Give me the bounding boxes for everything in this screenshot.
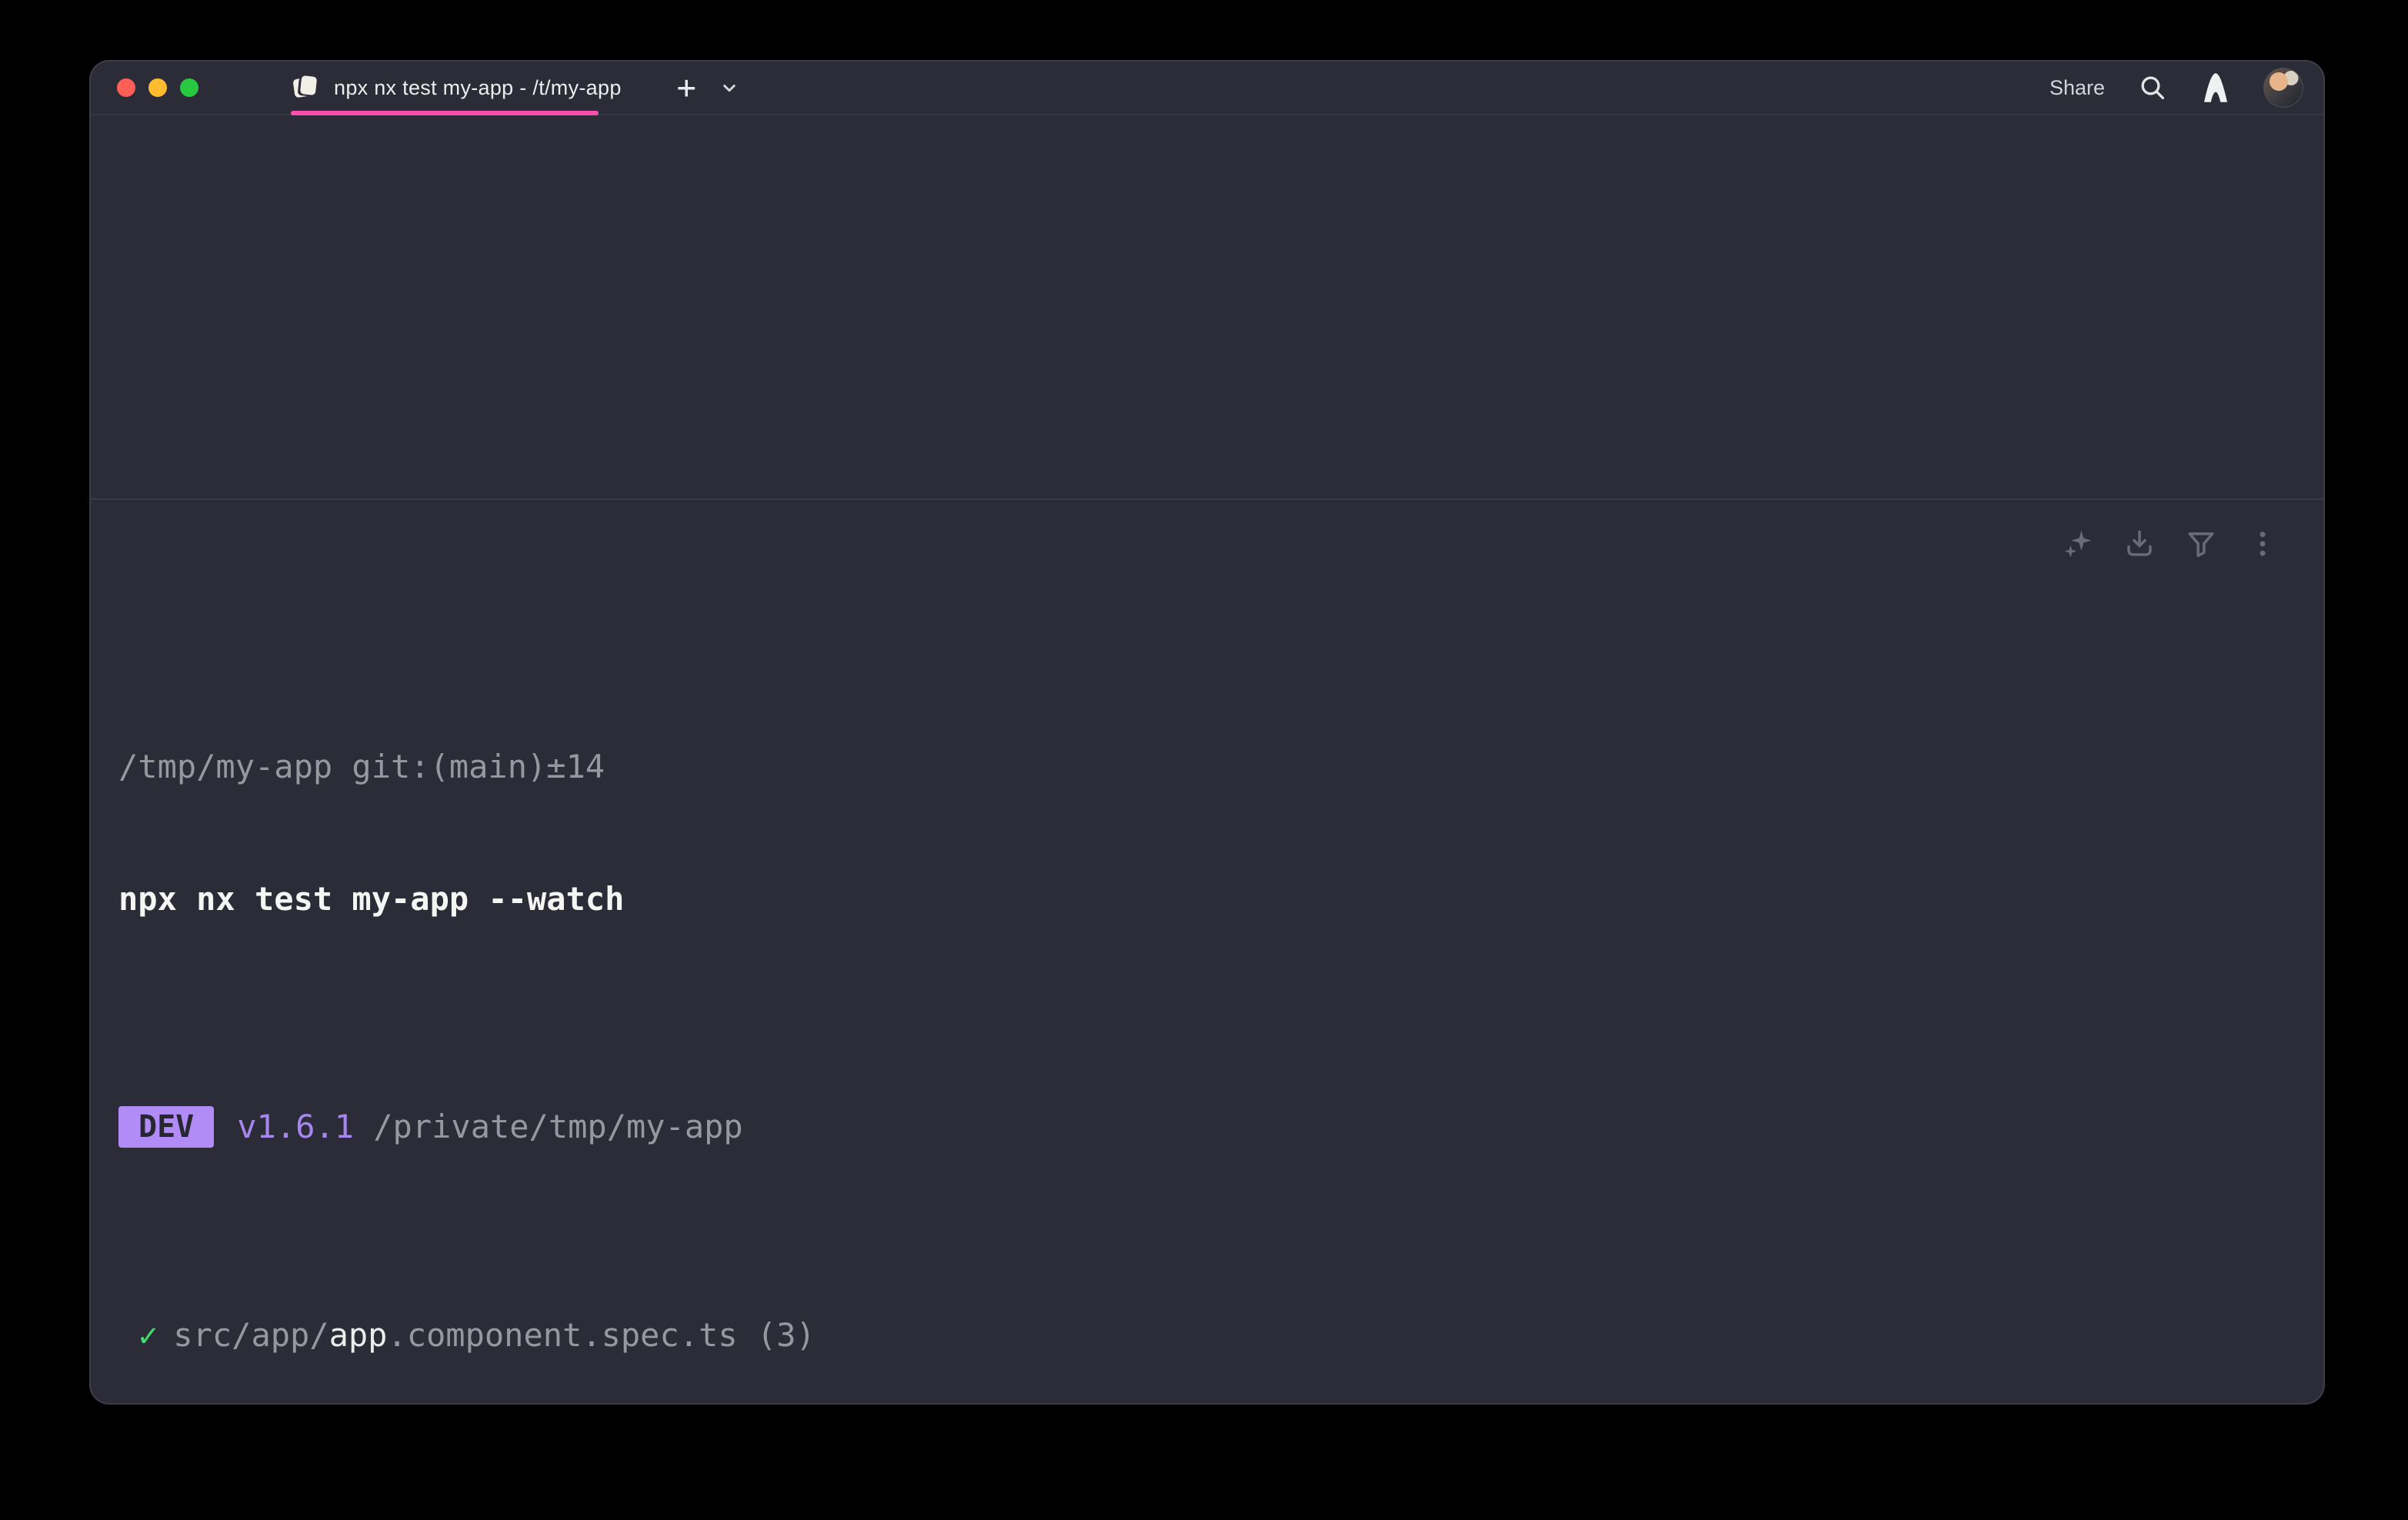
active-tab-underline: [291, 111, 599, 115]
download-icon[interactable]: [2123, 528, 2156, 560]
check-icon: ✓: [138, 1315, 158, 1356]
new-tab-button[interactable]: +: [677, 72, 696, 104]
terminal-window: npx nx test my-app - /t/my-app + Share: [89, 60, 2325, 1405]
shell-prompt: /tmp/my-app git:(main)±14: [118, 746, 2293, 788]
titlebar: npx nx test my-app - /t/my-app + Share: [91, 62, 2323, 115]
test-file-ext: .component.spec.ts: [387, 1315, 737, 1356]
vitest-version: v1.6.1: [237, 1106, 354, 1148]
traffic-lights: [117, 78, 198, 97]
tab-pages-icon: [294, 76, 317, 99]
minimize-window-button[interactable]: [148, 78, 167, 97]
test-file-dir: src/app/: [173, 1315, 329, 1356]
share-button[interactable]: Share: [2049, 76, 2105, 100]
user-avatar[interactable]: [2263, 68, 2303, 108]
zoom-window-button[interactable]: [180, 78, 198, 97]
command-block: /tmp/my-app git:(main)±14 npx nx test my…: [91, 500, 2323, 1405]
vitest-cwd: /private/tmp/my-app: [373, 1106, 742, 1148]
sparkles-ai-icon[interactable]: [2062, 528, 2094, 560]
kebab-menu-icon[interactable]: [2246, 528, 2279, 560]
close-window-button[interactable]: [117, 78, 135, 97]
block-toolbar: [2062, 528, 2279, 560]
dev-badge: DEV: [118, 1106, 214, 1148]
test-file-row: ✓ src/app/ app .component.spec.ts (3): [118, 1315, 2293, 1356]
search-icon[interactable]: [2137, 72, 2168, 103]
warp-logo-icon[interactable]: [2200, 71, 2231, 105]
vitest-dev-line: DEV v1.6.1 /private/tmp/my-app: [118, 1106, 2293, 1148]
tab-title: npx nx test my-app - /t/my-app: [334, 76, 622, 100]
test-file-count: (3): [757, 1315, 815, 1356]
test-file-base: app: [329, 1315, 388, 1356]
command-text: npx nx test my-app --watch: [118, 878, 2293, 920]
tabs-chevron-down-icon[interactable]: [718, 76, 741, 99]
filter-icon[interactable]: [2185, 528, 2217, 560]
titlebar-right-controls: Share: [2049, 68, 2303, 108]
vitest-cwd-spacer: [354, 1106, 373, 1148]
test-file-count-spacer: [738, 1315, 757, 1356]
scrollback-area: [91, 115, 2323, 498]
terminal-tab[interactable]: npx nx test my-app - /t/my-app: [285, 62, 631, 114]
